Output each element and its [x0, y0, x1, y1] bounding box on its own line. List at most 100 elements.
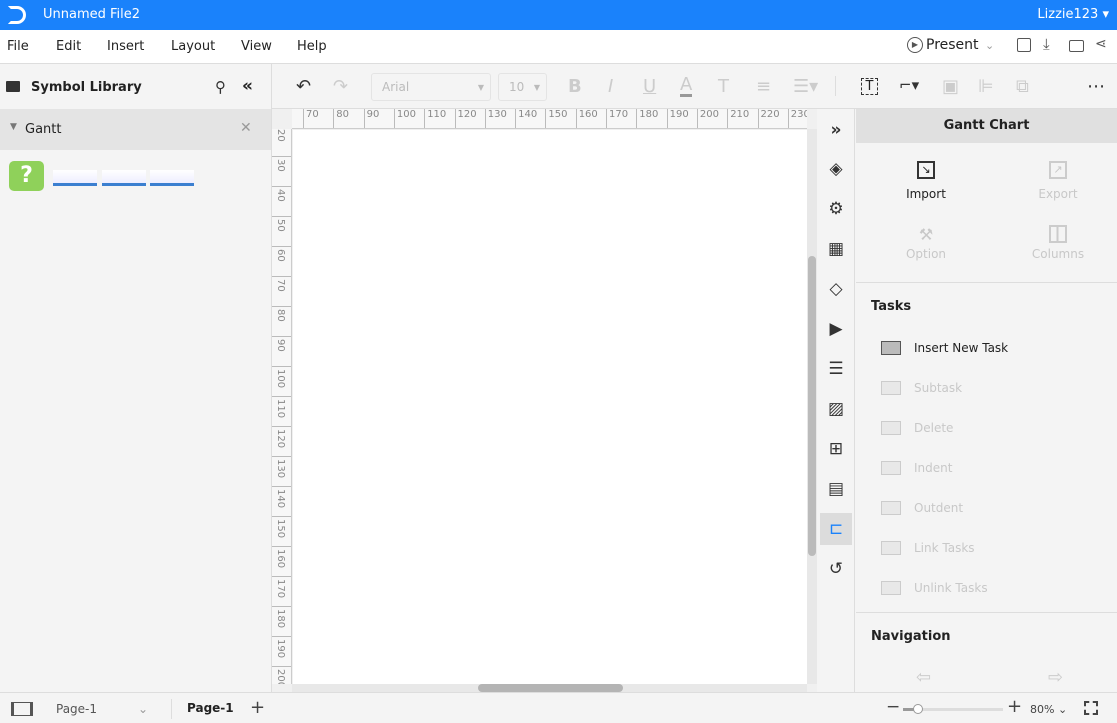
ruler-tick-label: 70	[275, 279, 286, 292]
close-icon[interactable]: ✕	[240, 120, 252, 136]
import-button[interactable]: ↘ Import	[886, 161, 966, 201]
task-action-subtask[interactable]: Subtask	[881, 378, 962, 398]
org-chart-icon[interactable]: ⊞	[820, 433, 852, 465]
nav-left-arrow-icon[interactable]: ⇦	[916, 667, 931, 688]
task-action-icon	[881, 581, 901, 595]
menu-edit[interactable]: Edit	[56, 39, 81, 54]
menu-view[interactable]: View	[241, 39, 272, 54]
group-icon[interactable]: ⧉	[1016, 76, 1029, 97]
search-icon[interactable]: ⚲	[215, 78, 226, 96]
task-action-outdent[interactable]: Outdent	[881, 498, 963, 518]
settings-page-icon[interactable]: ⚙	[820, 193, 852, 225]
task-action-label: Unlink Tasks	[914, 581, 988, 595]
ruler-tick-label: 230	[787, 109, 807, 128]
symbol-library-panel: Symbol Library ⚲ « ▼ Gantt ✕ ?	[0, 64, 272, 692]
bold-icon[interactable]: B	[568, 76, 582, 97]
ruler-tick-label: 100	[393, 109, 416, 128]
expand-panel-icon[interactable]: »	[820, 114, 852, 146]
connector-icon[interactable]: ⌐▾	[899, 76, 919, 94]
columns-button[interactable]: Columns	[1018, 225, 1098, 261]
table-icon[interactable]: ▤	[820, 473, 852, 505]
more-icon[interactable]: ⋯	[1087, 76, 1105, 97]
ruler-tick-label: 80	[333, 109, 349, 128]
align-left-icon[interactable]: ⊫	[978, 76, 994, 97]
font-color-icon[interactable]: A	[680, 76, 693, 97]
task-action-icon	[881, 421, 901, 435]
app-logo-icon[interactable]	[8, 6, 26, 24]
task-action-link-tasks[interactable]: Link Tasks	[881, 538, 975, 558]
download-icon[interactable]: ⤓	[1043, 35, 1050, 53]
ruler-tick-label: 90	[275, 339, 286, 352]
print-icon[interactable]	[1069, 40, 1084, 52]
drawing-page[interactable]	[293, 130, 807, 684]
option-button[interactable]: ⚒ Option	[886, 225, 966, 261]
nav-right-arrow-icon[interactable]: ⇨	[1048, 667, 1063, 688]
gantt-icon[interactable]: ⊏	[820, 513, 852, 545]
save-icon[interactable]	[1017, 38, 1031, 52]
zoom-slider-handle[interactable]	[913, 704, 923, 714]
grid-icon[interactable]: ▦	[820, 233, 852, 265]
zoom-slider[interactable]	[903, 704, 1003, 714]
vertical-scroll-thumb[interactable]	[808, 256, 816, 556]
share-icon[interactable]: ⋖	[1095, 36, 1107, 52]
font-size-select[interactable]: 10 ▼	[498, 73, 547, 101]
ruler-tick-label: 110	[275, 399, 286, 419]
task-action-indent[interactable]: Indent	[881, 458, 952, 478]
ruler-tick: 50	[272, 216, 291, 246]
ruler-tick-label: 140	[275, 489, 286, 509]
text-box-icon[interactable]: T	[861, 78, 878, 95]
presentation-icon[interactable]: ▶	[820, 313, 852, 345]
add-page-icon[interactable]: +	[250, 697, 265, 718]
task-action-unlink-tasks[interactable]: Unlink Tasks	[881, 578, 988, 598]
history-icon[interactable]: ↺	[820, 553, 852, 585]
horizontal-scroll-thumb[interactable]	[478, 684, 623, 692]
gantt-symbol[interactable]	[102, 170, 146, 186]
ruler-tick: 60	[272, 246, 291, 276]
menu-insert[interactable]: Insert	[107, 39, 144, 54]
ruler-tick: 120	[272, 426, 291, 456]
layers-icon[interactable]: ◇	[820, 273, 852, 305]
gantt-symbol[interactable]	[53, 170, 97, 186]
ruler-tick-label: 200	[696, 109, 719, 128]
present-dropdown-icon[interactable]: ⌄	[985, 39, 994, 52]
redo-icon[interactable]: ↷	[333, 76, 348, 97]
database-icon[interactable]: ☰	[820, 353, 852, 385]
task-action-label: Insert New Task	[914, 341, 1009, 355]
fullscreen-icon[interactable]	[1084, 701, 1098, 715]
font-select[interactable]: Arial ▼	[371, 73, 491, 101]
italic-icon[interactable]: I	[608, 76, 613, 97]
export-button[interactable]: ↗ Export	[1018, 161, 1098, 201]
align-icon[interactable]: ≡	[756, 76, 771, 97]
paint-bucket-icon[interactable]: ◈	[820, 153, 852, 185]
container-icon[interactable]: ▣	[942, 76, 959, 97]
menu-file[interactable]: File	[7, 39, 29, 54]
undo-icon[interactable]: ↶	[296, 76, 311, 97]
tasks-heading: Tasks	[871, 299, 912, 314]
file-title[interactable]: Unnamed File2	[43, 7, 140, 22]
vertical-scrollbar[interactable]	[807, 129, 817, 684]
page-layout-icon[interactable]	[11, 702, 33, 716]
task-action-insert-new-task[interactable]: Insert New Task	[881, 338, 1008, 358]
present-button[interactable]: ▶ Present	[907, 37, 979, 53]
zoom-level[interactable]: 80% ⌄	[1030, 703, 1067, 716]
image-icon[interactable]: ▨	[820, 393, 852, 425]
chevron-down-icon: ⌄	[137, 702, 148, 716]
zoom-in-icon[interactable]: +	[1007, 696, 1022, 717]
line-spacing-icon[interactable]: ☰▾	[793, 76, 818, 97]
ruler-tick-label: 100	[275, 369, 286, 389]
user-menu[interactable]: Lizzie123 ▾	[1037, 7, 1109, 22]
help-symbol[interactable]: ?	[9, 161, 44, 191]
horizontal-scrollbar[interactable]	[292, 684, 807, 692]
collapse-panel-icon[interactable]: «	[242, 76, 253, 96]
gantt-symbol[interactable]	[150, 170, 194, 186]
text-style-icon[interactable]: T	[718, 76, 729, 97]
page-select[interactable]: Page-1 ⌄	[56, 702, 148, 716]
underline-icon[interactable]: U	[643, 76, 656, 97]
menu-layout[interactable]: Layout	[171, 39, 215, 54]
ruler-tick: 80	[272, 306, 291, 336]
menu-help[interactable]: Help	[297, 39, 327, 54]
page-tab[interactable]: Page-1	[187, 701, 234, 715]
category-header[interactable]: ▼ Gantt ✕	[0, 109, 271, 150]
task-action-delete[interactable]: Delete	[881, 418, 953, 438]
zoom-out-icon[interactable]: −	[886, 697, 900, 717]
